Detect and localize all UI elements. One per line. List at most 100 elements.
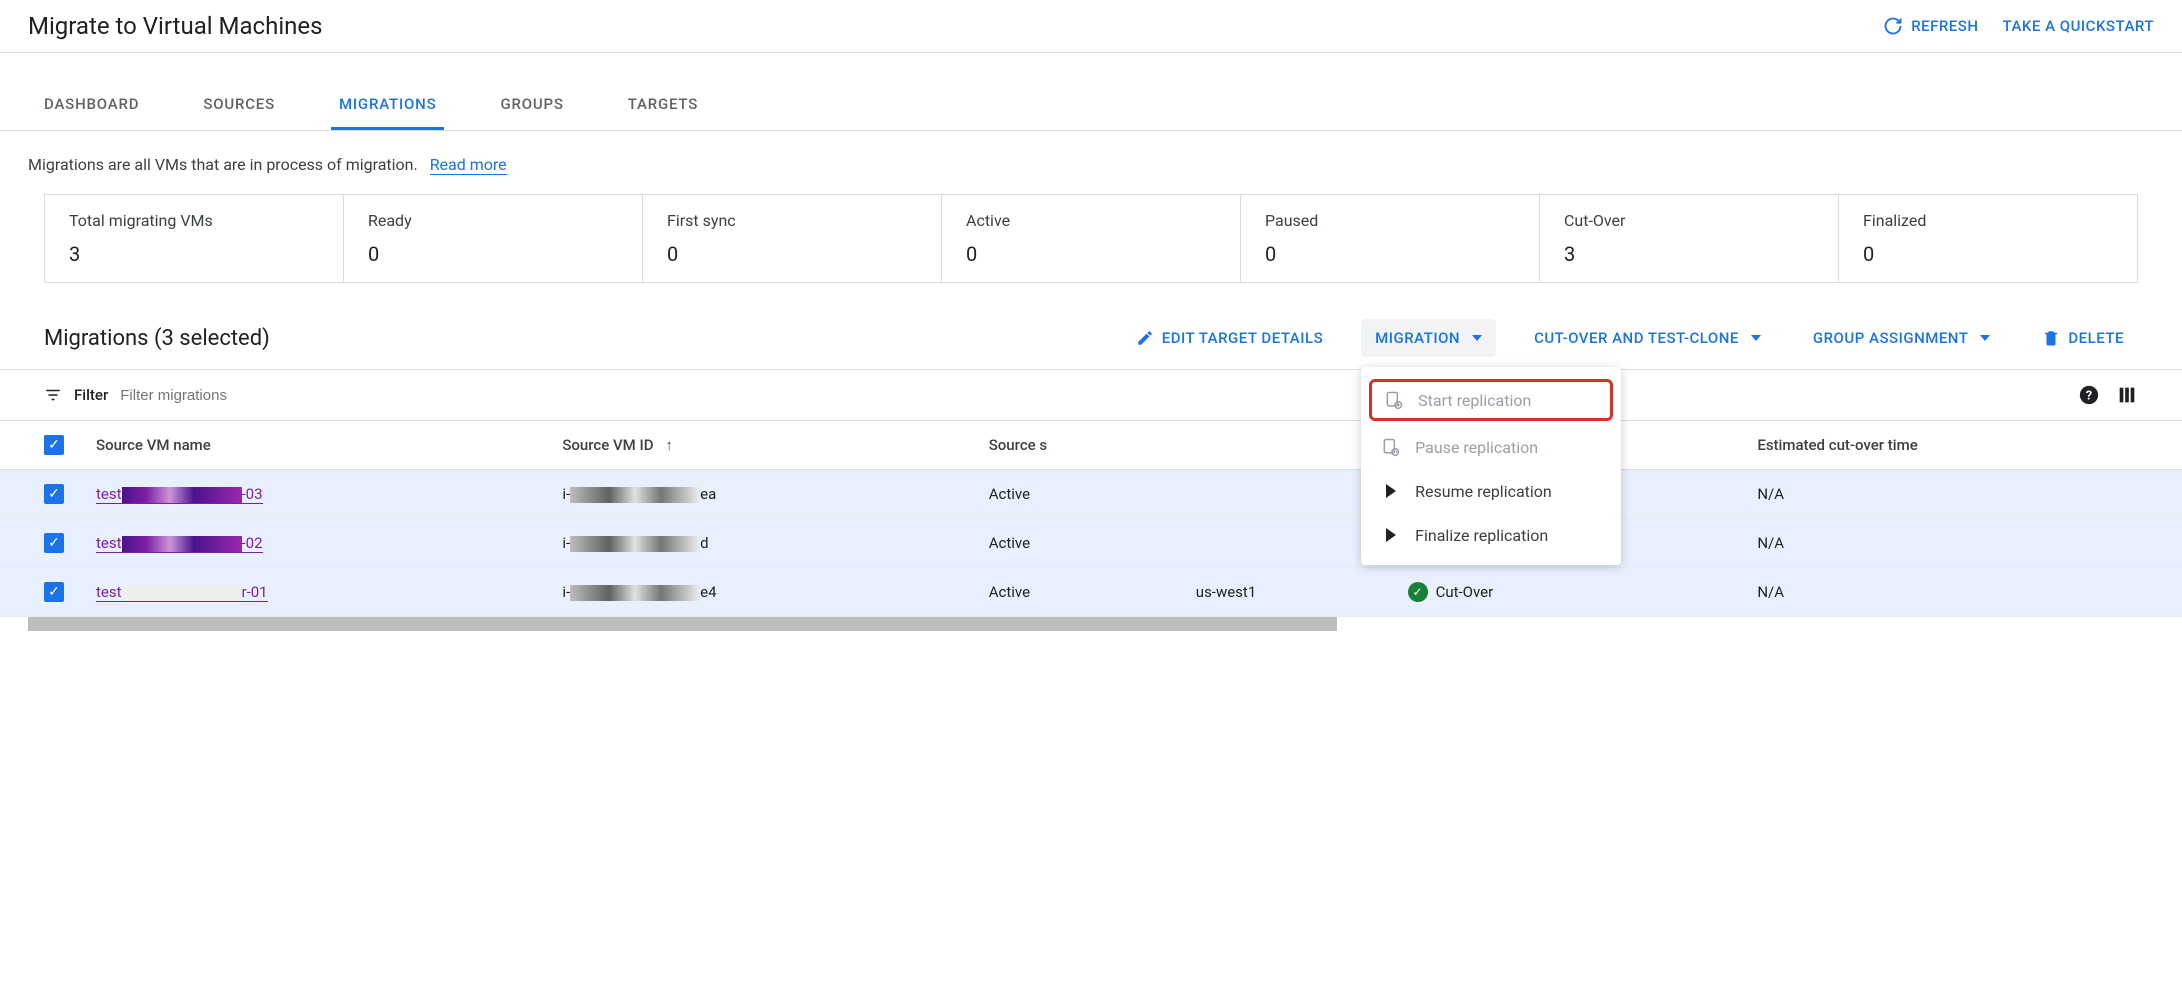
redacted-text (122, 487, 242, 503)
redacted-text (570, 585, 700, 601)
svg-text:?: ? (2086, 389, 2092, 404)
stat-value: 3 (1564, 242, 1814, 266)
sort-ascending-icon: ↑ (665, 436, 673, 454)
refresh-icon (1883, 16, 1903, 36)
status-text: Cut-Over (1436, 583, 1494, 601)
horizontal-scrollbar[interactable] (28, 617, 1337, 631)
vm-id-suffix: ea (700, 485, 716, 503)
finalize-replication-item[interactable]: Finalize replication (1361, 513, 1621, 557)
source-state-cell: Active (973, 519, 1180, 568)
stat-label: Total migrating VMs (69, 211, 319, 230)
cutover-time-cell: N/A (1741, 568, 2182, 617)
stat-label: Paused (1265, 211, 1515, 230)
table-row[interactable]: ✓ test-03 i-ea Active ✓ Cut-Over N/A (0, 470, 2182, 519)
stat-label: Active (966, 211, 1216, 230)
table-row[interactable]: ✓ testr-01 i-e4 Active us-west1 ✓ Cut-Ov… (0, 568, 2182, 617)
cutover-time-cell: N/A (1741, 519, 2182, 568)
tab-migrations[interactable]: MIGRATIONS (331, 81, 445, 130)
read-more-link[interactable]: Read more (430, 155, 507, 175)
stat-value: 0 (966, 242, 1216, 266)
table-header-row: ✓ Source VM name Source VM ID ↑ Source s… (0, 421, 2182, 470)
table-row[interactable]: ✓ test-02 i-d Active ✓ Cut-Over N/A (0, 519, 2182, 568)
check-icon: ✓ (48, 584, 60, 600)
check-icon: ✓ (48, 535, 60, 551)
vm-name-suffix: -03 (242, 485, 263, 503)
header-id[interactable]: Source VM ID ↑ (546, 421, 972, 470)
table-toolbar: Migrations (3 selected) EDIT TARGET DETA… (0, 307, 2182, 370)
cutover-time-cell: N/A (1741, 470, 2182, 519)
help-icon[interactable]: ? (2078, 384, 2100, 406)
play-icon (1381, 481, 1401, 501)
filter-bar: Filter ? (0, 370, 2182, 420)
vm-name-link[interactable]: test-02 (96, 534, 263, 553)
edit-label: EDIT TARGET DETAILS (1162, 329, 1323, 347)
group-assignment-dropdown-button[interactable]: GROUP ASSIGNMENT (1799, 319, 2005, 357)
pause-replication-icon (1381, 437, 1401, 457)
row-checkbox[interactable]: ✓ (44, 484, 64, 504)
tab-sources[interactable]: SOURCES (195, 81, 283, 130)
resume-label: Resume replication (1415, 482, 1552, 501)
filter-input[interactable] (120, 387, 2066, 404)
migration-label: MIGRATION (1375, 329, 1460, 347)
quickstart-button[interactable]: TAKE A QUICKSTART (2003, 17, 2154, 35)
cutover-dropdown-button[interactable]: CUT-OVER AND TEST-CLONE (1520, 319, 1775, 357)
vm-name-suffix: -02 (242, 534, 263, 552)
trash-icon (2042, 329, 2060, 347)
region-cell (1180, 519, 1392, 568)
pencil-icon (1136, 329, 1154, 347)
tab-groups[interactable]: GROUPS (492, 81, 571, 130)
migration-dropdown-menu: Start replication Pause replication Resu… (1361, 367, 1621, 565)
check-icon: ✓ (48, 437, 60, 453)
stat-value: 0 (1863, 242, 2113, 266)
refresh-button[interactable]: REFRESH (1883, 16, 1978, 36)
header-cutover-time[interactable]: Estimated cut-over time (1741, 421, 2182, 470)
delete-button[interactable]: DELETE (2028, 319, 2138, 357)
migrations-table: ✓ Source VM name Source VM ID ↑ Source s… (0, 420, 2182, 617)
tab-targets[interactable]: TARGETS (620, 81, 706, 130)
tab-dashboard[interactable]: DASHBOARD (36, 81, 147, 130)
intro-sentence: Migrations are all VMs that are in proce… (28, 155, 418, 174)
tab-bar: DASHBOARD SOURCES MIGRATIONS GROUPS TARG… (0, 81, 2182, 131)
refresh-label: REFRESH (1911, 17, 1978, 35)
columns-icon[interactable] (2116, 384, 2138, 406)
vm-id-cell: i-d (546, 519, 972, 568)
resume-replication-item[interactable]: Resume replication (1361, 469, 1621, 513)
start-label: Start replication (1418, 391, 1531, 410)
stat-label: Ready (368, 211, 618, 230)
quickstart-label: TAKE A QUICKSTART (2003, 17, 2154, 35)
edit-target-details-button[interactable]: EDIT TARGET DETAILS (1122, 319, 1337, 357)
vm-name-link[interactable]: testr-01 (96, 583, 268, 602)
row-checkbox[interactable]: ✓ (44, 582, 64, 602)
start-replication-item[interactable]: Start replication (1369, 379, 1613, 421)
chevron-down-icon (1751, 335, 1761, 341)
vm-name-link[interactable]: test-03 (96, 485, 263, 504)
row-checkbox[interactable]: ✓ (44, 533, 64, 553)
pause-label: Pause replication (1415, 438, 1538, 457)
success-icon: ✓ (1408, 582, 1428, 602)
stat-ready: Ready 0 (344, 195, 643, 282)
stat-value: 0 (667, 242, 917, 266)
stat-label: First sync (667, 211, 917, 230)
vm-id-prefix: i- (562, 485, 570, 503)
stat-value: 0 (1265, 242, 1515, 266)
delete-label: DELETE (2068, 329, 2124, 347)
select-all-checkbox[interactable]: ✓ (44, 435, 64, 455)
redacted-text (122, 585, 242, 601)
vm-id-cell: i-ea (546, 470, 972, 519)
stat-first-sync: First sync 0 (643, 195, 942, 282)
migration-dropdown-button[interactable]: MIGRATION Start replication Pause replic… (1361, 319, 1496, 357)
header-region[interactable] (1180, 421, 1392, 470)
redacted-text (122, 536, 242, 552)
stat-cutover: Cut-Over 3 (1540, 195, 1839, 282)
page-header: Migrate to Virtual Machines REFRESH TAKE… (0, 0, 2182, 53)
redacted-text (570, 487, 700, 503)
stat-active: Active 0 (942, 195, 1241, 282)
stat-total: Total migrating VMs 3 (45, 195, 344, 282)
source-state-cell: Active (973, 470, 1180, 519)
status-cell: ✓ Cut-Over (1408, 582, 1726, 602)
header-name[interactable]: Source VM name (80, 421, 546, 470)
pause-replication-item[interactable]: Pause replication (1361, 425, 1621, 469)
vm-name-suffix: r-01 (242, 583, 268, 601)
play-icon (1381, 525, 1401, 545)
header-source-state[interactable]: Source s (973, 421, 1180, 470)
